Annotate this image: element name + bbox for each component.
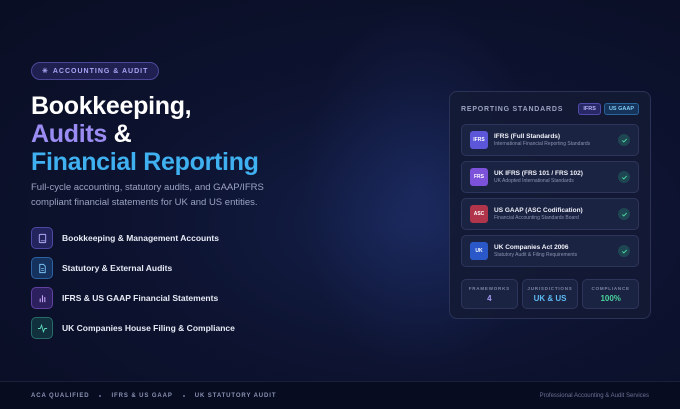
standard-description: International Financial Reporting Standa…	[494, 140, 591, 147]
standard-description: UK Adopted International Standards	[494, 177, 574, 184]
page-subtitle: Full-cycle accounting, statutory audits,…	[31, 182, 264, 208]
footer-item: UK STATUTORY AUDIT	[194, 392, 277, 399]
feature-item-companies-house: UK Companies House Filing & Compliance	[31, 316, 235, 340]
stat-value: 100%	[600, 294, 621, 303]
standard-description: Statutory Audit & Filing Requirements	[494, 251, 578, 258]
activity-icon	[31, 317, 53, 339]
stat-label: JURISDICTIONS	[527, 286, 573, 291]
standard-abbr-badge: ASC	[470, 205, 488, 223]
standard-abbr-badge: UK	[470, 242, 488, 260]
standard-description: Financial Accounting Standards Board	[494, 214, 579, 221]
standard-name: UK Companies Act 2006	[494, 243, 569, 251]
footer-item: ACA QUALIFIED	[31, 392, 90, 399]
tag-ifrs: IFRS	[578, 103, 601, 115]
footer-bar: ACA QUALIFIED IFRS & US GAAP UK STATUTOR…	[0, 381, 680, 409]
stat-label: COMPLIANCE	[591, 286, 630, 291]
footer-credentials: ACA QUALIFIED IFRS & US GAAP UK STATUTOR…	[31, 393, 276, 399]
footer-item: IFRS & US GAAP	[111, 392, 173, 399]
reporting-standards-panel: REPORTING STANDARDS IFRS US GAAP IFRS IF…	[449, 91, 651, 319]
stat-compliance: COMPLIANCE 100%	[582, 279, 640, 309]
title-line-3: Financial Reporting	[31, 148, 259, 176]
book-icon	[31, 227, 53, 249]
feature-item-statements: IFRS & US GAAP Financial Statements	[31, 286, 235, 310]
stats-row: FRAMEWORKS 4 JURISDICTIONS UK & US COMPL…	[461, 279, 640, 309]
feature-label: UK Companies House Filing & Compliance	[62, 323, 235, 333]
feature-label: IFRS & US GAAP Financial Statements	[62, 293, 219, 303]
checkmark-icon	[618, 171, 630, 183]
standard-name: US GAAP (ASC Codification)	[494, 206, 583, 214]
checkmark-icon	[618, 208, 630, 220]
category-badge: ✳ ACCOUNTING & AUDIT	[31, 62, 160, 80]
standard-name: IFRS (Full Standards)	[494, 132, 561, 140]
stat-jurisdictions: JURISDICTIONS UK & US	[521, 279, 579, 309]
feature-label: Statutory & External Audits	[62, 263, 173, 273]
standard-abbr-badge: IFRS	[470, 131, 488, 149]
title-ampersand: &	[106, 120, 132, 148]
badge-label: ACCOUNTING & AUDIT	[52, 67, 149, 75]
standard-name: UK IFRS (FRS 101 / FRS 102)	[494, 169, 583, 177]
stat-frameworks: FRAMEWORKS 4	[461, 279, 518, 309]
panel-header: REPORTING STANDARDS IFRS US GAAP	[461, 102, 639, 116]
title-line-2: Audits	[31, 120, 107, 148]
stat-value: UK & US	[533, 294, 567, 303]
sparkle-icon: ✳	[42, 68, 49, 75]
page-title: Bookkeeping, Audits & Financial Reportin…	[31, 92, 259, 176]
checkmark-icon	[618, 134, 630, 146]
stat-label: FRAMEWORKS	[468, 286, 510, 291]
feature-list: Bookkeeping & Management Accounts Statut…	[31, 226, 235, 346]
standard-abbr-badge: FRS	[470, 168, 488, 186]
bar-chart-icon	[31, 287, 53, 309]
footer-tagline: Professional Accounting & Audit Services	[539, 392, 649, 399]
checkmark-icon	[618, 245, 630, 257]
title-line-1: Bookkeeping,	[31, 92, 192, 120]
panel-tags: IFRS US GAAP	[578, 103, 639, 115]
standard-row-uk: UK UK Companies Act 2006 Statutory Audit…	[461, 235, 639, 267]
standard-row-ifrs: IFRS IFRS (Full Standards) International…	[461, 124, 639, 156]
panel-title: REPORTING STANDARDS	[461, 105, 564, 113]
stat-value: 4	[487, 294, 492, 303]
feature-item-bookkeeping: Bookkeeping & Management Accounts	[31, 226, 235, 250]
standard-row-frs: FRS UK IFRS (FRS 101 / FRS 102) UK Adopt…	[461, 161, 639, 193]
document-icon	[31, 257, 53, 279]
tag-us-gaap: US GAAP	[603, 103, 639, 115]
standard-row-asc: ASC US GAAP (ASC Codification) Financial…	[461, 198, 639, 230]
feature-item-audits: Statutory & External Audits	[31, 256, 235, 280]
separator-dot	[182, 394, 185, 397]
separator-dot	[99, 394, 102, 397]
feature-label: Bookkeeping & Management Accounts	[62, 233, 219, 243]
